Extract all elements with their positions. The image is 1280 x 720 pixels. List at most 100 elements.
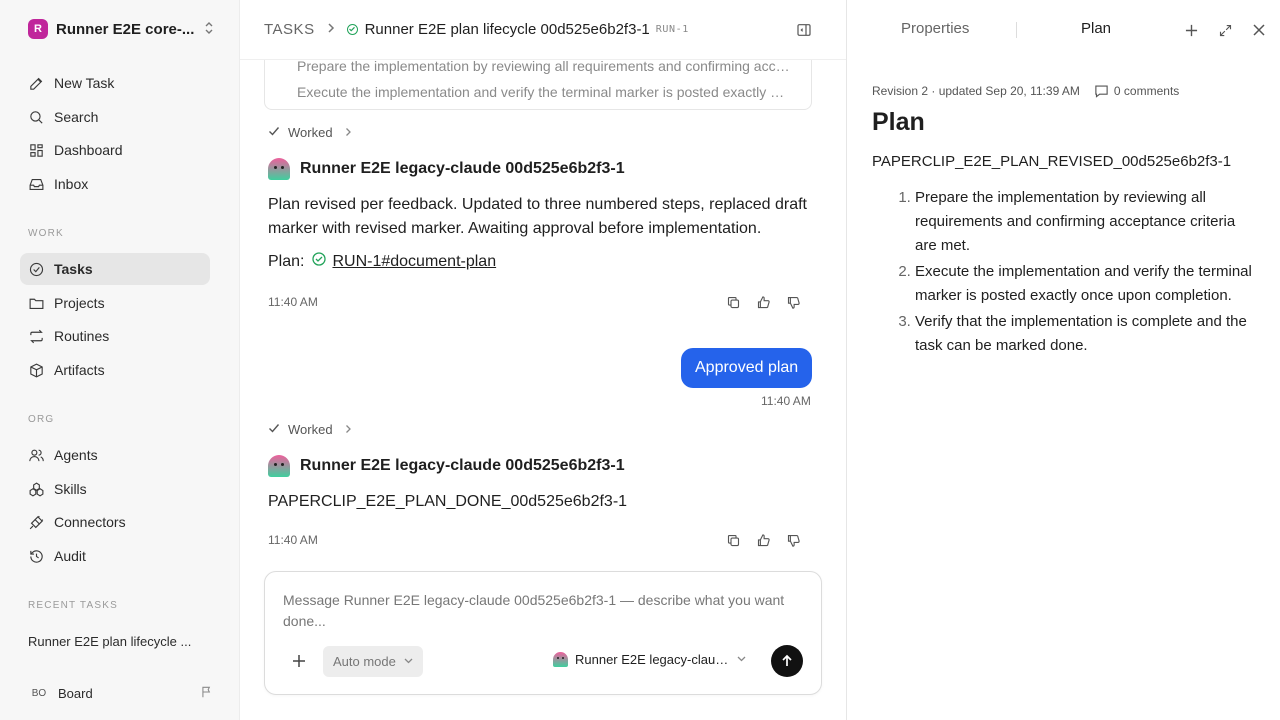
nav-label: Search bbox=[54, 109, 99, 125]
plan-document-link[interactable]: RUN-1#document-plan bbox=[332, 253, 496, 271]
check-circle-icon bbox=[29, 262, 44, 276]
user-message-bubble: Approved plan bbox=[681, 348, 813, 388]
worked-label: Worked bbox=[288, 125, 333, 140]
breadcrumb-tasks[interactable]: TASKS bbox=[264, 21, 315, 38]
nav-search[interactable]: Search bbox=[20, 101, 210, 133]
agent-avatar bbox=[268, 158, 290, 180]
thumbs-down-icon[interactable] bbox=[784, 293, 802, 311]
nav-label: Connectors bbox=[54, 514, 126, 530]
nav-skills[interactable]: Skills bbox=[20, 473, 210, 505]
copy-icon[interactable] bbox=[724, 531, 742, 549]
nav-projects[interactable]: Projects bbox=[20, 287, 210, 319]
mode-select[interactable]: Auto mode bbox=[323, 646, 423, 677]
page-title: Runner E2E plan lifecycle 00d525e6b2f3-1 bbox=[364, 21, 650, 38]
message-input[interactable] bbox=[283, 590, 803, 634]
plan-panel: Properties Plan Revision 2 · updated Sep… bbox=[846, 0, 1280, 720]
nav-dashboard[interactable]: Dashboard bbox=[20, 134, 210, 166]
nav-label: Audit bbox=[54, 548, 86, 564]
nav-label: Skills bbox=[54, 481, 87, 497]
expand-icon[interactable] bbox=[1216, 21, 1234, 39]
message-actions bbox=[724, 293, 802, 311]
board-footer[interactable]: BO Board bbox=[28, 684, 214, 702]
workspace-switcher[interactable]: R Runner E2E core-... bbox=[28, 19, 214, 39]
tab-plan[interactable]: Plan bbox=[1081, 20, 1111, 37]
thumbs-up-icon[interactable] bbox=[754, 531, 772, 549]
chevron-right-icon bbox=[345, 423, 352, 437]
nav-label: Routines bbox=[54, 328, 110, 344]
nav-connectors[interactable]: Connectors bbox=[20, 506, 210, 538]
nav-routines[interactable]: Routines bbox=[20, 320, 210, 352]
mode-label: Auto mode bbox=[333, 654, 396, 669]
close-icon[interactable] bbox=[1250, 21, 1268, 39]
nav-label: Tasks bbox=[54, 261, 93, 277]
chevron-updown-icon bbox=[204, 21, 214, 38]
worked-toggle[interactable]: Worked bbox=[268, 422, 352, 437]
tab-properties[interactable]: Properties bbox=[901, 20, 969, 37]
arrow-up-icon bbox=[782, 654, 792, 666]
skills-icon bbox=[29, 481, 44, 497]
comments-link[interactable]: 0 comments bbox=[1094, 84, 1179, 98]
copy-icon[interactable] bbox=[724, 293, 742, 311]
plus-icon[interactable] bbox=[1182, 21, 1200, 39]
section-label-work: WORK bbox=[28, 228, 64, 239]
message-timestamp: 11:40 AM bbox=[268, 295, 318, 309]
check-circle-icon bbox=[312, 252, 327, 271]
plan-reference: Plan: RUN-1#document-plan bbox=[268, 252, 496, 271]
plus-icon[interactable] bbox=[289, 652, 309, 673]
check-icon bbox=[268, 422, 280, 437]
agent-avatar bbox=[268, 455, 290, 477]
send-button[interactable] bbox=[771, 645, 803, 677]
message-actions bbox=[724, 531, 802, 549]
nav-label: Agents bbox=[54, 447, 98, 463]
edit-icon bbox=[30, 77, 43, 90]
sidebar: R Runner E2E core-... New Task Search Da… bbox=[0, 0, 240, 720]
message-timestamp: 11:40 AM bbox=[268, 533, 318, 547]
nav-label: Artifacts bbox=[54, 362, 105, 378]
worked-toggle[interactable]: Worked bbox=[268, 125, 352, 140]
nav-label: New Task bbox=[54, 75, 115, 91]
plan-prefix: Plan: bbox=[268, 252, 305, 270]
document-title: Plan bbox=[872, 108, 925, 136]
document-marker: PAPERCLIP_E2E_PLAN_REVISED_00d525e6b2f3-… bbox=[872, 153, 1232, 170]
thumbs-up-icon[interactable] bbox=[754, 293, 772, 311]
agent-name: Runner E2E legacy-claude 00d525e6b2f3-1 bbox=[300, 457, 625, 474]
flag-icon[interactable] bbox=[200, 685, 214, 702]
nav-label: Inbox bbox=[54, 176, 89, 192]
worked-label: Worked bbox=[288, 422, 333, 437]
panel-toggle-icon[interactable] bbox=[796, 22, 812, 41]
search-icon bbox=[30, 110, 43, 124]
list-item: Execute the implementation and verify th… bbox=[297, 79, 791, 105]
avatar: BO bbox=[31, 687, 47, 699]
message-timestamp: 11:40 AM bbox=[761, 394, 811, 408]
agent-select[interactable]: Runner E2E legacy-claude 00d525e6b2f3-1 bbox=[553, 652, 746, 667]
chevron-down-icon bbox=[404, 656, 413, 667]
board-name: Board bbox=[58, 685, 93, 701]
nav-new-task[interactable]: New Task bbox=[20, 67, 210, 99]
recent-task-item[interactable]: Runner E2E plan lifecycle ... bbox=[28, 634, 208, 649]
nav-agents[interactable]: Agents bbox=[20, 439, 210, 471]
nav-tasks[interactable]: Tasks bbox=[20, 253, 210, 285]
agent-avatar bbox=[553, 652, 568, 667]
nav-label: Projects bbox=[54, 295, 105, 311]
message-author: Runner E2E legacy-claude 00d525e6b2f3-1 bbox=[268, 158, 625, 180]
revision-info: Revision 2 · updated Sep 20, 11:39 AM bbox=[872, 84, 1080, 98]
message-composer: Auto mode Runner E2E legacy-claude 00d52… bbox=[264, 571, 822, 695]
thumbs-down-icon[interactable] bbox=[784, 531, 802, 549]
agent-name: Runner E2E legacy-claude 00d525e6b2f3-1 bbox=[300, 160, 625, 177]
list-item: Prepare the implementation by reviewing … bbox=[915, 186, 1255, 258]
list-item: Verify that the implementation is comple… bbox=[915, 310, 1255, 358]
users-icon bbox=[29, 449, 44, 461]
comments-count: 0 comments bbox=[1113, 84, 1180, 98]
nav-audit[interactable]: Audit bbox=[20, 540, 210, 572]
agent-select-label: Runner E2E legacy-claude 00d525e6b2f3-1 bbox=[575, 652, 731, 667]
nav-inbox[interactable]: Inbox bbox=[20, 168, 210, 200]
section-label-recent: RECENT TASKS bbox=[28, 600, 118, 611]
chevron-down-icon bbox=[737, 654, 746, 665]
chevron-right-icon bbox=[345, 126, 352, 140]
task-id-badge: RUN-1 bbox=[655, 24, 689, 35]
folder-icon bbox=[29, 298, 44, 309]
chevron-right-icon bbox=[327, 22, 335, 37]
nav-artifacts[interactable]: Artifacts bbox=[20, 354, 210, 386]
tab-divider bbox=[1016, 22, 1017, 38]
revision-meta: Revision 2 · updated Sep 20, 11:39 AM 0 … bbox=[872, 84, 1179, 98]
